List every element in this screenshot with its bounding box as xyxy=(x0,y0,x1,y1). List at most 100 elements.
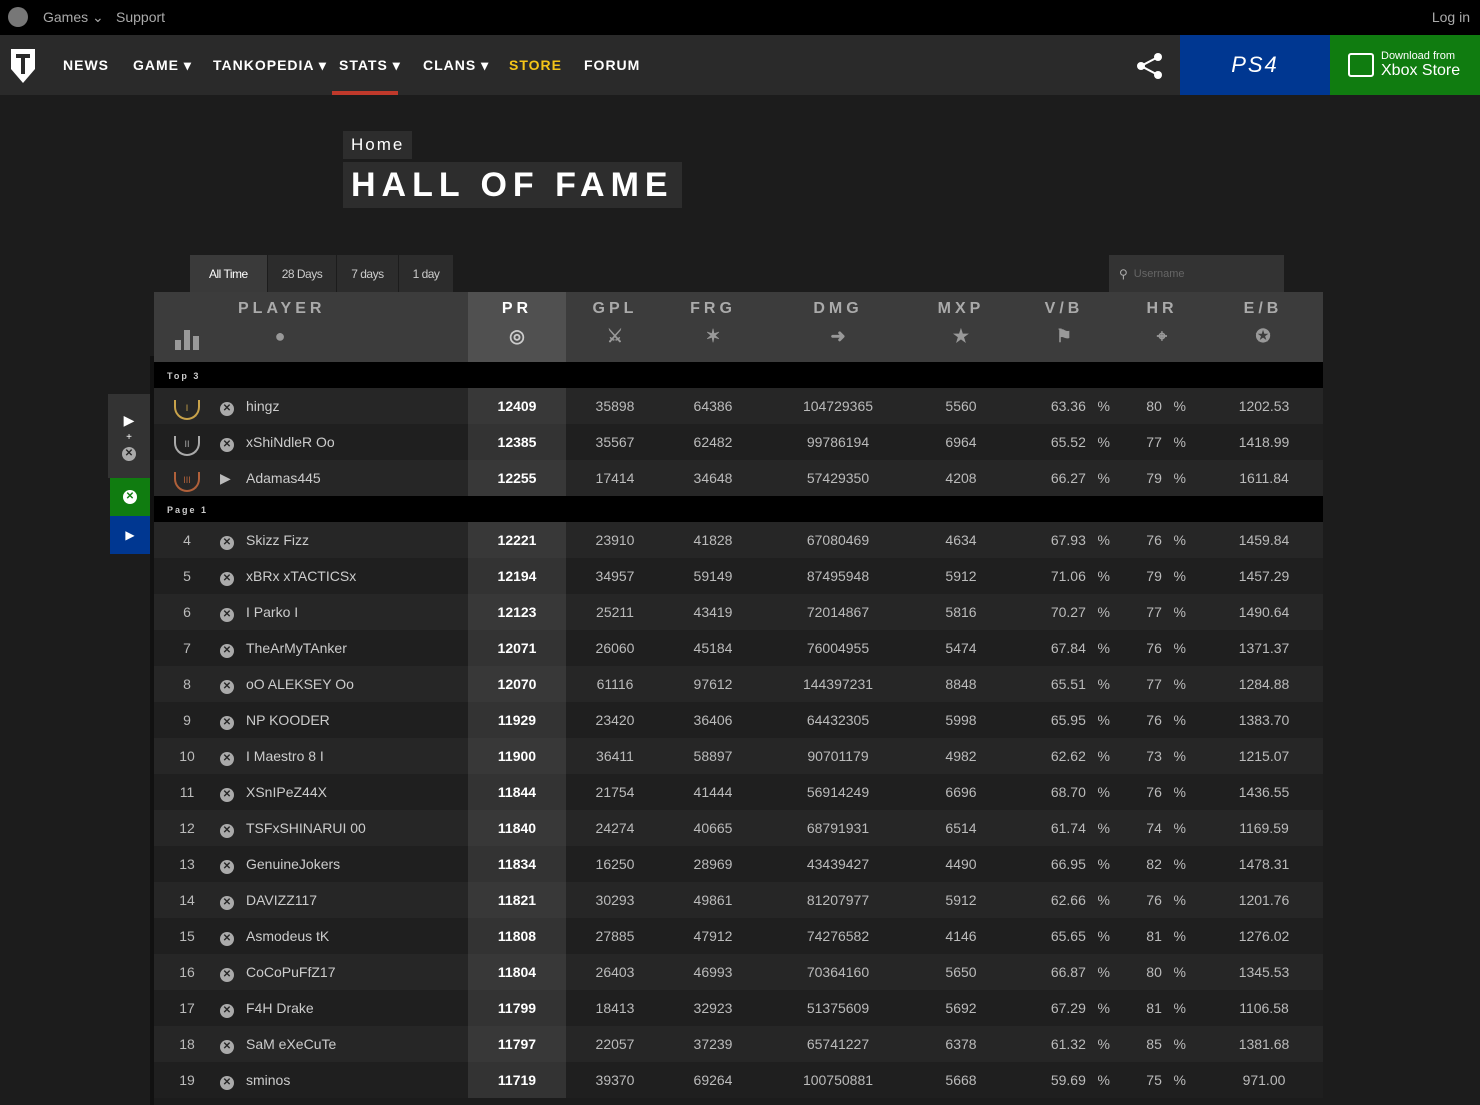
tab-28-days[interactable]: 28 Days xyxy=(267,255,338,292)
player-name[interactable]: Skizz Fizz xyxy=(246,532,309,548)
frg-value: 40665 xyxy=(693,820,733,836)
table-row[interactable]: II ✕ xShiNdleR Oo 12385 35567 62482 99786194 69… xyxy=(154,424,1323,460)
player-name[interactable]: I Maestro 8 I xyxy=(246,748,324,764)
table-row[interactable]: 11 ✕ XSnIPeZ44X 11844 21754 41444 56914249 6696… xyxy=(154,774,1323,810)
rank: 10 xyxy=(179,748,195,764)
dmg-value: 67080469 xyxy=(806,532,870,548)
table-row[interactable]: 14 ✕ DAVIZZ117 11821 30293 49861 81207977 5912 6… xyxy=(154,882,1323,918)
efficiency-star-icon: ✪ xyxy=(1255,326,1271,346)
vb-value: 65.95 % xyxy=(1050,712,1110,728)
share-icon[interactable] xyxy=(1135,51,1165,81)
table-row[interactable]: 8 ✕ oO ALEKSEY Oo 12070 61116 97612 144397231 8… xyxy=(154,666,1323,702)
nav-clans[interactable]: CLANS ▾ xyxy=(423,57,489,74)
table-row[interactable]: 10 ✕ I Maestro 8 I 11900 36411 58897 90701179 4… xyxy=(154,738,1323,774)
table-row[interactable]: 5 ✕ xBRx xTACTICSx 12194 34957 59149 87495948 5… xyxy=(154,558,1323,594)
player-name[interactable]: GenuineJokers xyxy=(246,856,340,872)
frg-value: 47912 xyxy=(693,928,733,944)
player-name[interactable]: F4H Drake xyxy=(246,1000,314,1016)
support-link[interactable]: Support xyxy=(116,9,165,25)
ps4-button[interactable]: PS4 xyxy=(1180,35,1330,95)
table-row[interactable]: 19 ✕ sminos 11719 39370 69264 100750881 5668 59.… xyxy=(154,1062,1323,1098)
table-row[interactable]: 17 ✕ F4H Drake 11799 18413 32923 51375609 5692 6… xyxy=(154,990,1323,1026)
player-name[interactable]: TheArMyTAnker xyxy=(246,640,347,656)
nav-news[interactable]: NEWS xyxy=(63,57,109,73)
header-dmg[interactable]: DMG ➜ xyxy=(762,300,914,347)
nav-stats[interactable]: STATS ▾ xyxy=(339,57,401,74)
globe-icon: ◎ xyxy=(509,326,525,346)
table-row[interactable]: 9 ✕ NP KOODER 11929 23420 36406 64432305 5998 65… xyxy=(154,702,1323,738)
wot-logo-icon[interactable] xyxy=(8,45,38,85)
hr-value: 80 % xyxy=(1146,398,1186,414)
table-row[interactable]: 7 ✕ TheArMyTAnker 12071 26060 45184 76004955 54… xyxy=(154,630,1323,666)
frg-value: 59149 xyxy=(693,568,733,584)
login-link[interactable]: Log in xyxy=(1432,9,1470,25)
vb-number: 65.51 xyxy=(1050,676,1086,692)
games-menu[interactable]: Games ⌄ xyxy=(43,9,104,26)
table-row[interactable]: 4 ✕ Skizz Fizz 12221 23910 41828 67080469 4634 6… xyxy=(154,522,1323,558)
nav-tankopedia[interactable]: TANKOPEDIA ▾ xyxy=(213,57,327,74)
player-name[interactable]: oO ALEKSEY Oo xyxy=(246,676,354,692)
table-row[interactable]: III ▶ Adamas445 12255 17414 34648 57429350 4208… xyxy=(154,460,1323,496)
vb-value: 65.51 % xyxy=(1050,676,1110,692)
player-name[interactable]: sminos xyxy=(246,1072,290,1088)
filter-playstation[interactable]: ▶ xyxy=(110,516,150,554)
header-vb[interactable]: V/B ⚑ xyxy=(1024,300,1104,347)
table-row[interactable]: 13 ✕ GenuineJokers 11834 16250 28969 43439427 4… xyxy=(154,846,1323,882)
eb-value: 1381.68 xyxy=(1238,1036,1290,1052)
breadcrumb[interactable]: Home xyxy=(343,131,413,159)
rank: 18 xyxy=(179,1036,195,1052)
vb-value: 62.62 % xyxy=(1050,748,1110,764)
table-row[interactable]: 16 ✕ CoCoPuFfZ17 11804 26403 46993 70364160 565… xyxy=(154,954,1323,990)
player-name[interactable]: Adamas445 xyxy=(246,470,321,486)
table-row[interactable]: 6 ✕ I Parko I 12123 25211 43419 72014867 5816 70… xyxy=(154,594,1323,630)
vb-value: 63.36 % xyxy=(1050,398,1110,414)
header-frg[interactable]: FRG ✶ xyxy=(664,300,762,347)
hr-number: 76 xyxy=(1146,640,1162,656)
player-name[interactable]: I Parko I xyxy=(246,604,298,620)
xbox-store-button[interactable]: Download from Xbox Store xyxy=(1330,35,1480,95)
player-name[interactable]: xShiNdleR Oo xyxy=(246,434,335,450)
pr-value: 11929 xyxy=(468,702,566,738)
tab-all-time[interactable]: All Time xyxy=(190,255,268,292)
username-search[interactable]: ⚲ Username xyxy=(1109,255,1284,292)
hr-number: 80 xyxy=(1146,398,1162,414)
table-row[interactable]: 15 ✕ Asmodeus tK 11808 27885 47912 74276582 414… xyxy=(154,918,1323,954)
table-row[interactable]: 12 ✕ TSFxSHINARUI 00 11840 24274 40665 6879193… xyxy=(154,810,1323,846)
hr-number: 76 xyxy=(1146,532,1162,548)
table-row[interactable]: 18 ✕ SaM eXeCuTe 11797 22057 37239 65741227 637… xyxy=(154,1026,1323,1062)
player-name[interactable]: SaM eXeCuTe xyxy=(246,1036,336,1052)
header-hr[interactable]: HR ⌖ xyxy=(1122,300,1202,347)
player-name[interactable]: XSnIPeZ44X xyxy=(246,784,327,800)
tab-1-day[interactable]: 1 day xyxy=(398,255,455,292)
xbox-icon: ✕ xyxy=(220,676,236,694)
player-name[interactable]: hingz xyxy=(246,398,279,414)
header-mxp[interactable]: MXP ★ xyxy=(914,300,1008,347)
playstation-icon: ▶ xyxy=(123,412,135,428)
player-name[interactable]: CoCoPuFfZ17 xyxy=(246,964,335,980)
nav-forum[interactable]: FORUM xyxy=(584,57,640,73)
header-eb[interactable]: E/B ✪ xyxy=(1216,300,1310,347)
vb-value: 67.29 % xyxy=(1050,1000,1110,1016)
player-name[interactable]: NP KOODER xyxy=(246,712,330,728)
player-name[interactable]: TSFxSHINARUI 00 xyxy=(246,820,366,836)
tab-7-days[interactable]: 7 days xyxy=(337,255,399,292)
gpl-value: 18413 xyxy=(595,1000,635,1016)
nav-game[interactable]: GAME ▾ xyxy=(133,57,192,74)
eb-value: 1459.84 xyxy=(1238,532,1290,548)
player-name[interactable]: DAVIZZ117 xyxy=(246,892,317,908)
header-gpl[interactable]: GPL ⚔ xyxy=(566,300,664,347)
player-name[interactable]: Asmodeus tK xyxy=(246,928,329,944)
header-pr[interactable]: PR ◎ xyxy=(468,292,566,362)
bar-chart-icon[interactable] xyxy=(174,328,200,350)
nav-store[interactable]: STORE xyxy=(509,57,562,73)
filter-all-platforms[interactable]: ▶ + ✕ xyxy=(108,394,150,478)
player-name[interactable]: xBRx xTACTICSx xyxy=(246,568,356,584)
header-player[interactable]: PLAYER ● xyxy=(238,300,322,347)
table-row[interactable]: I ✕ hingz 12409 35898 64386 104729365 5560 63.36… xyxy=(154,388,1323,424)
page-rows: 4 ✕ Skizz Fizz 12221 23910 41828 67080469 4634 6… xyxy=(154,522,1323,1098)
vb-number: 67.84 xyxy=(1050,640,1086,656)
vb-value: 65.65 % xyxy=(1050,928,1110,944)
filter-xbox[interactable]: ✕ xyxy=(110,478,150,516)
wargaming-logo-icon[interactable] xyxy=(8,7,28,27)
gpl-value: 23910 xyxy=(595,532,635,548)
